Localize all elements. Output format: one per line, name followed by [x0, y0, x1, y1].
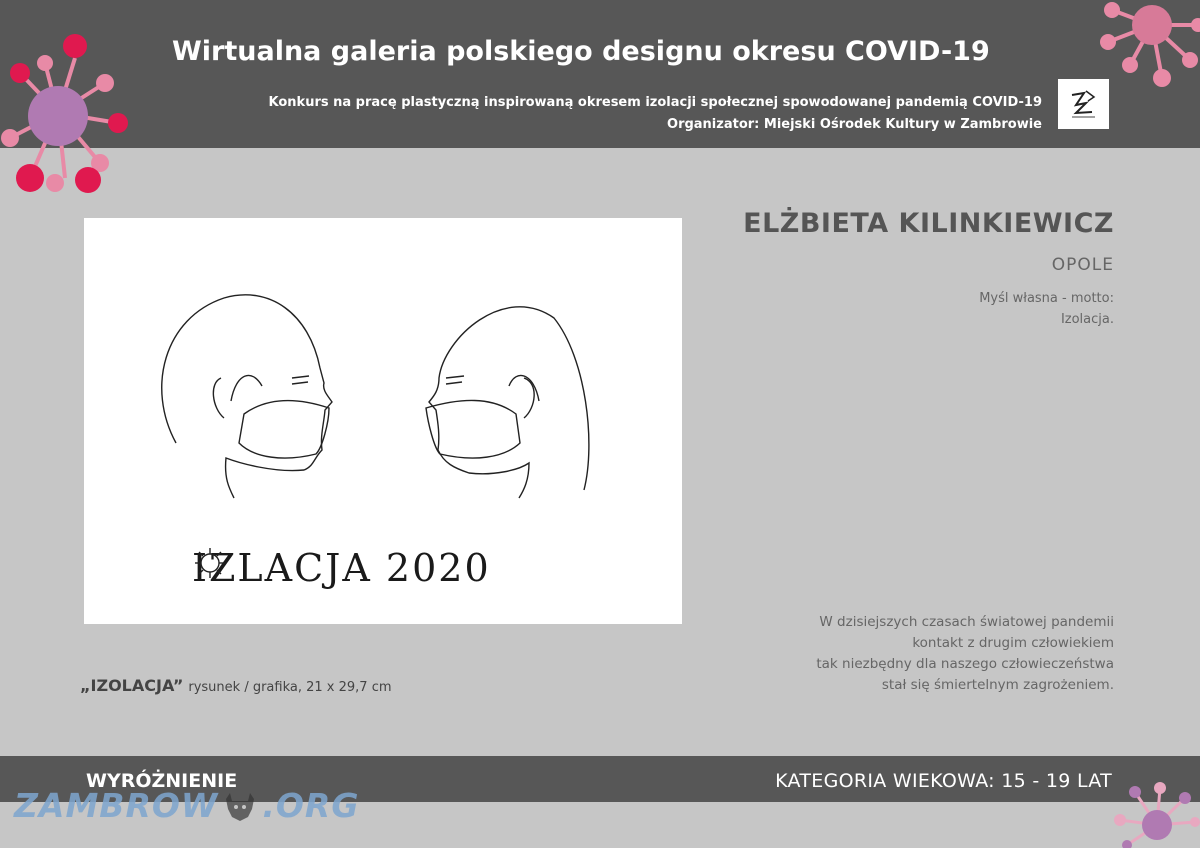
motto-text: Izolacja.	[1060, 312, 1114, 327]
artwork-details: rysunek / grafika, 21 x 29,7 cm	[188, 680, 392, 695]
virus-icon-top-left	[1, 34, 128, 193]
motto-label: Myśl własna - motto:	[979, 291, 1114, 306]
artist-name: ELŻBIETA KILINKIEWICZ	[743, 208, 1114, 239]
artwork-description: W dzisiejszych czasach światowej pandemi…	[816, 612, 1114, 696]
bison-icon	[226, 792, 255, 821]
description-line: kontakt z drugim człowiekiem	[912, 635, 1114, 651]
artwork-title: „IZOLACJA”	[80, 676, 184, 695]
virus-icon-top-right	[1100, 2, 1200, 87]
contest-description: Konkurs na pracę plastyczną inspirowaną …	[268, 95, 1042, 110]
virus-icon-bottom-right	[1114, 782, 1200, 848]
organizer-line: Organizator: Miejski Ośrodek Kultury w Z…	[667, 117, 1042, 132]
artist-motto: Myśl własna - motto: Izolacja.	[979, 288, 1114, 330]
header-subtitle: Konkurs na pracę plastyczną inspirowaną …	[269, 92, 1042, 136]
virus-icon-inscription	[195, 548, 225, 578]
description-line: stał się śmiertelnym zagrożeniem.	[881, 677, 1114, 693]
description-line: tak niezbędny dla naszego człowieczeństw…	[816, 656, 1114, 672]
artist-city: OPOLE	[1051, 255, 1114, 275]
organizer-logo	[1058, 79, 1109, 129]
page-title: Wirtualna galeria polskiego designu okre…	[172, 36, 990, 67]
artwork-caption: „IZOLACJA” rysunek / grafika, 21 x 29,7 c…	[80, 676, 392, 695]
age-category: KATEGORIA WIEKOWA: 15 - 19 LAT	[775, 770, 1112, 792]
description-line: W dzisiejszych czasach światowej pandemi…	[819, 614, 1114, 630]
artwork-image: IZ LACJA 2020	[84, 218, 682, 624]
artwork-inscription: IZ LACJA 2020	[192, 546, 491, 590]
site-watermark: ZAMBROW .ORG	[14, 786, 360, 825]
